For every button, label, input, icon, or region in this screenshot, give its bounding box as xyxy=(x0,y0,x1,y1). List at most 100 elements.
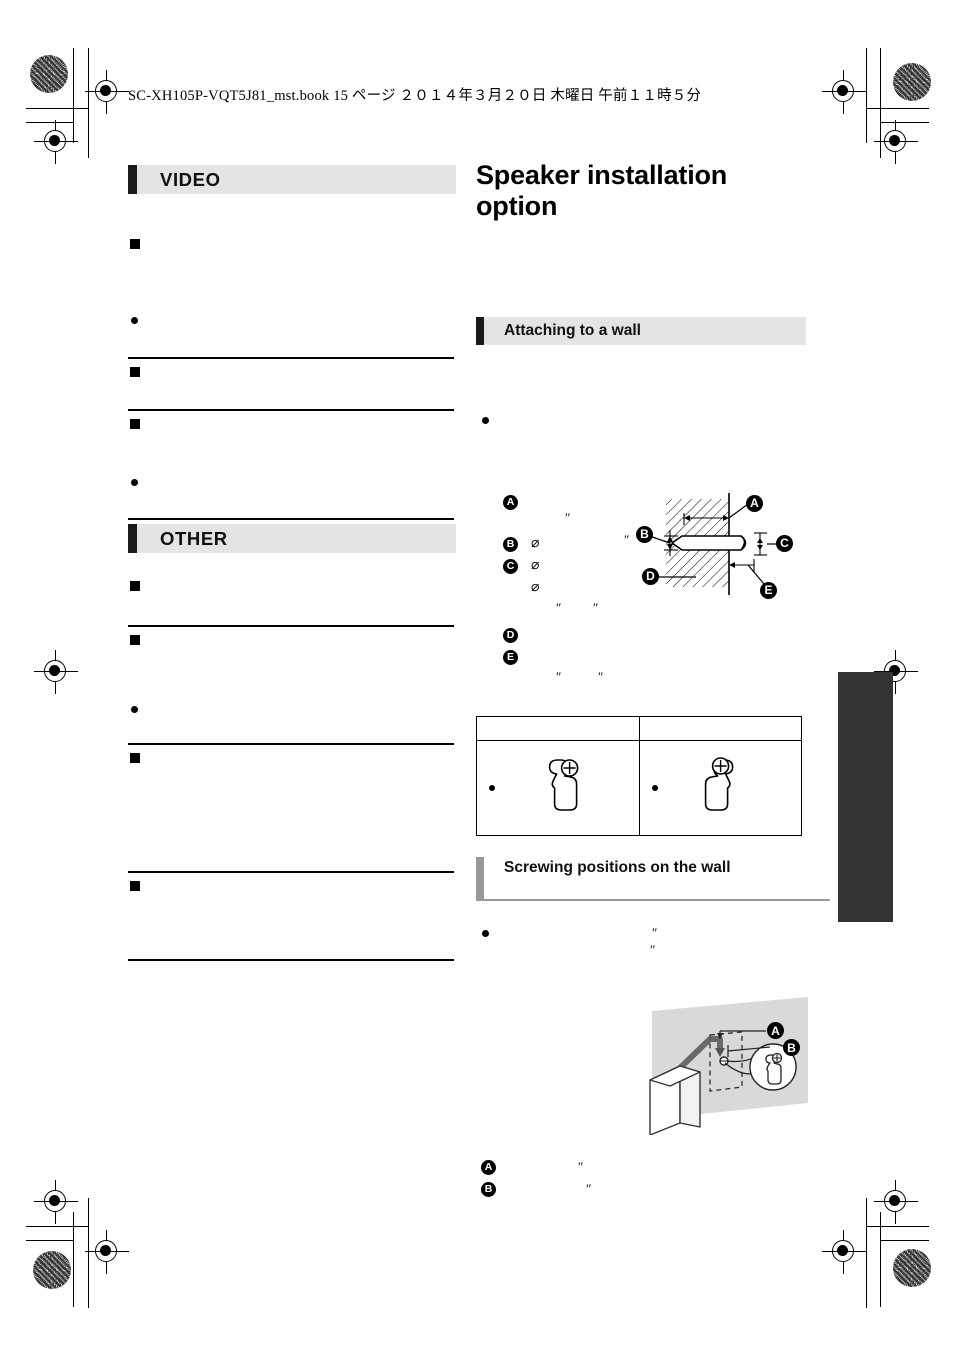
section-rule xyxy=(128,357,454,359)
diameter-symbol: ⌀ xyxy=(531,535,540,551)
inch-mark: ″ xyxy=(586,1181,592,1196)
right-column: Speaker installation option Attaching to… xyxy=(476,160,830,1197)
registration-crosshair-icon xyxy=(34,650,78,694)
section-rule xyxy=(128,625,454,627)
inch-mark: ″ xyxy=(556,599,562,615)
callout-letter-c: C xyxy=(776,534,793,552)
circled-letter-e: E xyxy=(503,649,518,665)
inch-mark: ″ xyxy=(650,942,656,957)
square-marker-icon xyxy=(130,581,140,591)
crop-mark xyxy=(26,108,89,110)
crop-mark xyxy=(26,1240,74,1242)
callout-letter-b: B xyxy=(636,525,653,543)
square-marker-icon xyxy=(130,753,140,763)
inch-mark: ″ xyxy=(624,531,630,547)
registration-crosshair-icon xyxy=(85,70,129,114)
section-heading-screwing-positions: Screwing positions on the wall xyxy=(476,857,830,901)
rosette-target-icon xyxy=(893,1249,931,1287)
bullet-marker-icon xyxy=(131,479,138,486)
legend-item-e: E xyxy=(503,649,518,665)
callout-letter-a: A xyxy=(767,1022,784,1039)
registration-crosshair-icon xyxy=(34,1180,78,1224)
crop-mark xyxy=(866,1198,868,1308)
bullet-marker-icon xyxy=(131,317,138,324)
section-underline xyxy=(476,898,830,901)
keyhole-slot-right-icon xyxy=(698,749,754,813)
square-marker-icon xyxy=(130,239,140,249)
crop-mark xyxy=(88,1198,90,1308)
square-marker-icon xyxy=(130,635,140,645)
legend-item-b: B xyxy=(503,536,518,552)
table-column-right xyxy=(639,717,801,835)
callout-letter-a: A xyxy=(746,494,763,512)
speaker-wall-mount-diagram: A B xyxy=(638,995,808,1135)
bullet-marker-icon xyxy=(131,706,138,713)
table-column-left xyxy=(477,717,639,835)
bullet-marker-icon xyxy=(482,930,489,937)
section-rule xyxy=(128,518,454,520)
category-tick xyxy=(128,165,137,194)
category-label: OTHER xyxy=(160,527,228,549)
registration-crosshair-icon xyxy=(34,120,78,164)
square-marker-icon xyxy=(130,881,140,891)
crop-mark xyxy=(26,122,74,124)
inch-mark: ″ xyxy=(556,668,562,684)
rosette-target-icon xyxy=(30,55,68,93)
inch-mark: ″ xyxy=(578,1159,584,1174)
running-header: SC-XH105P-VQT5J81_mst.book 15 ページ ２０１４年３… xyxy=(128,88,702,104)
keyhole-orientation-table xyxy=(476,716,802,836)
table-body-cell xyxy=(640,741,801,835)
section-rule xyxy=(128,743,454,745)
bullet-marker-icon xyxy=(489,785,495,791)
diameter-symbol: ⌀ xyxy=(531,557,540,573)
circled-letter-d: D xyxy=(503,627,518,643)
circled-letter-c: C xyxy=(503,558,518,574)
section-tick xyxy=(476,857,484,901)
keyhole-slot-left-icon xyxy=(536,749,592,813)
section-heading-label: Screwing positions on the wall xyxy=(504,859,731,876)
left-column: VIDEO OTHER xyxy=(128,165,456,993)
crop-mark xyxy=(866,108,929,110)
callout-letter-a: A xyxy=(481,1160,496,1175)
square-marker-icon xyxy=(130,419,140,429)
section-heading-attaching-to-a-wall: Attaching to a wall xyxy=(476,316,806,345)
square-marker-icon xyxy=(130,367,140,377)
callout-letter-b: B xyxy=(481,1182,496,1197)
crop-mark xyxy=(88,48,90,158)
crop-mark xyxy=(866,48,868,143)
manual-page: SC-XH105P-VQT5J81_mst.book 15 ページ ２０１４年３… xyxy=(0,0,954,1348)
circled-letter-b: B xyxy=(503,536,518,552)
registration-crosshair-icon xyxy=(85,1230,129,1274)
category-label: VIDEO xyxy=(160,168,221,190)
page-title: Speaker installation option xyxy=(476,160,728,222)
crop-mark xyxy=(73,48,75,143)
section-tick xyxy=(476,316,484,345)
bullet-marker-icon xyxy=(652,785,658,791)
category-tick xyxy=(128,524,137,553)
callout-letter-d: D xyxy=(642,567,659,585)
callout-letter-b: B xyxy=(783,1039,800,1056)
wall-screw-cross-section-diagram: A B C D E xyxy=(636,485,806,610)
bullet-marker-icon xyxy=(482,416,489,424)
crop-mark xyxy=(881,1240,929,1242)
inch-mark: ″ xyxy=(565,509,571,525)
crop-mark xyxy=(26,1226,89,1228)
section-rule xyxy=(128,959,454,961)
crop-mark xyxy=(866,1226,929,1228)
registration-crosshair-icon xyxy=(822,70,866,114)
speaker-mount-svg xyxy=(649,997,808,1135)
table-header-cell xyxy=(640,717,801,741)
registration-crosshair-icon xyxy=(822,1230,866,1274)
inch-mark: ″ xyxy=(593,599,599,615)
table-body-cell xyxy=(477,741,639,835)
crop-mark xyxy=(880,48,882,158)
section-rule xyxy=(128,409,454,411)
rosette-target-icon xyxy=(33,1251,71,1289)
diameter-symbol: ⌀ xyxy=(531,579,540,595)
crop-mark xyxy=(881,122,929,124)
legend-item-a: A xyxy=(503,494,518,510)
section-rule xyxy=(128,871,454,873)
legend-item-d: D xyxy=(503,627,518,643)
inch-mark: ″ xyxy=(652,925,658,940)
callout-letter-e: E xyxy=(760,581,777,599)
